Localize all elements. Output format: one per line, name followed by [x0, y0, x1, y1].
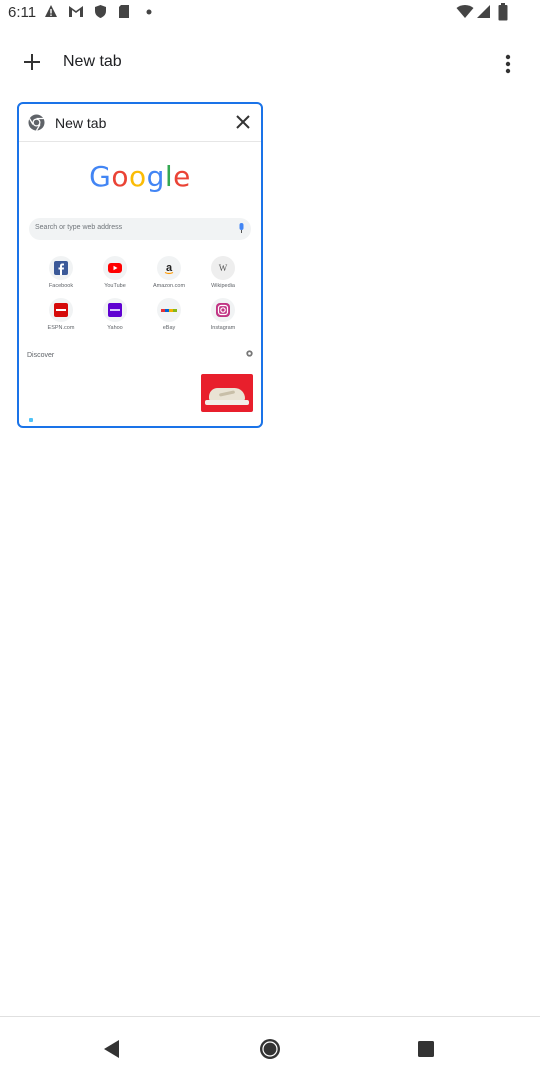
- tile-instagram: Instagram: [196, 298, 250, 338]
- tab-card-title: New tab: [55, 115, 107, 131]
- new-tab-button[interactable]: [14, 44, 50, 80]
- tile-label: eBay: [162, 325, 176, 331]
- tile-label: Facebook: [48, 283, 74, 289]
- tile-label: ESPN.com: [47, 325, 75, 331]
- more-vert-icon: [505, 54, 511, 74]
- dot-icon: [146, 9, 152, 15]
- gmail-icon: [69, 6, 83, 17]
- preview-search-placeholder: Search or type web address: [35, 224, 123, 231]
- tab-switcher-toolbar: New tab: [0, 38, 540, 88]
- mic-icon: [239, 223, 244, 233]
- google-logo: Google: [19, 160, 261, 193]
- wikipedia-icon: W: [219, 263, 228, 273]
- tab-preview: Google Search or type web address Facebo…: [19, 142, 261, 426]
- logo-letter-e: e: [173, 160, 191, 193]
- logo-letter-o2: o: [128, 160, 147, 193]
- tile-yahoo: Yahoo: [88, 298, 142, 338]
- back-button[interactable]: [94, 1031, 130, 1067]
- recents-icon: [418, 1041, 434, 1057]
- tile-facebook: Facebook: [34, 256, 88, 296]
- tab-card[interactable]: New tab Google Search or type web addres…: [17, 102, 263, 428]
- logo-letter-g1: G: [89, 160, 112, 193]
- logo-letter-o1: o: [111, 160, 129, 193]
- tile-ebay: eBay: [142, 298, 196, 338]
- preview-search-box: Search or type web address: [29, 218, 251, 240]
- toolbar-title: New tab: [63, 53, 122, 70]
- tile-espn: ESPN.com: [34, 298, 88, 338]
- home-icon: [260, 1039, 280, 1059]
- discover-label: Discover: [27, 352, 55, 359]
- discover-indicator: [29, 418, 33, 422]
- logo-letter-l: l: [164, 160, 174, 193]
- tile-amazon: a Amazon.com: [142, 256, 196, 296]
- facebook-icon: [54, 261, 68, 275]
- status-bar: 6:11: [0, 0, 540, 28]
- ebay-icon: [161, 309, 177, 312]
- instagram-icon: [216, 303, 230, 317]
- tile-label: Yahoo: [107, 325, 123, 331]
- tab-card-header: New tab: [19, 104, 261, 142]
- yahoo-icon: [108, 303, 122, 317]
- recents-button[interactable]: [408, 1031, 444, 1067]
- system-nav-bar: [0, 1017, 540, 1080]
- tile-label: Instagram: [210, 325, 236, 331]
- shield-icon: [95, 5, 106, 18]
- back-icon: [104, 1040, 119, 1058]
- svg-text:a: a: [166, 262, 173, 274]
- status-time: 6:11: [8, 4, 37, 21]
- tile-youtube: YouTube: [88, 256, 142, 296]
- more-options-button[interactable]: [494, 46, 522, 82]
- espn-icon: [54, 303, 68, 317]
- discover-article-image: [201, 374, 253, 412]
- battery-icon: [498, 3, 508, 21]
- tile-label: YouTube: [104, 283, 126, 289]
- chrome-icon: [28, 114, 45, 131]
- plus-icon: [24, 54, 40, 70]
- tile-label: Wikipedia: [211, 283, 235, 289]
- sd-card-icon: [119, 5, 129, 18]
- youtube-icon: [108, 263, 122, 273]
- tile-label: Amazon.com: [152, 283, 186, 289]
- amazon-icon: a: [164, 262, 174, 275]
- home-button[interactable]: [252, 1031, 288, 1067]
- svg-text:W: W: [219, 263, 228, 273]
- gear-icon: [246, 350, 253, 357]
- logo-letter-g2: g: [146, 160, 165, 193]
- signal-icon: [477, 5, 490, 18]
- tile-wikipedia: W Wikipedia: [196, 256, 250, 296]
- wifi-icon: [456, 5, 474, 18]
- close-icon[interactable]: [233, 112, 253, 132]
- warning-icon: [45, 5, 57, 17]
